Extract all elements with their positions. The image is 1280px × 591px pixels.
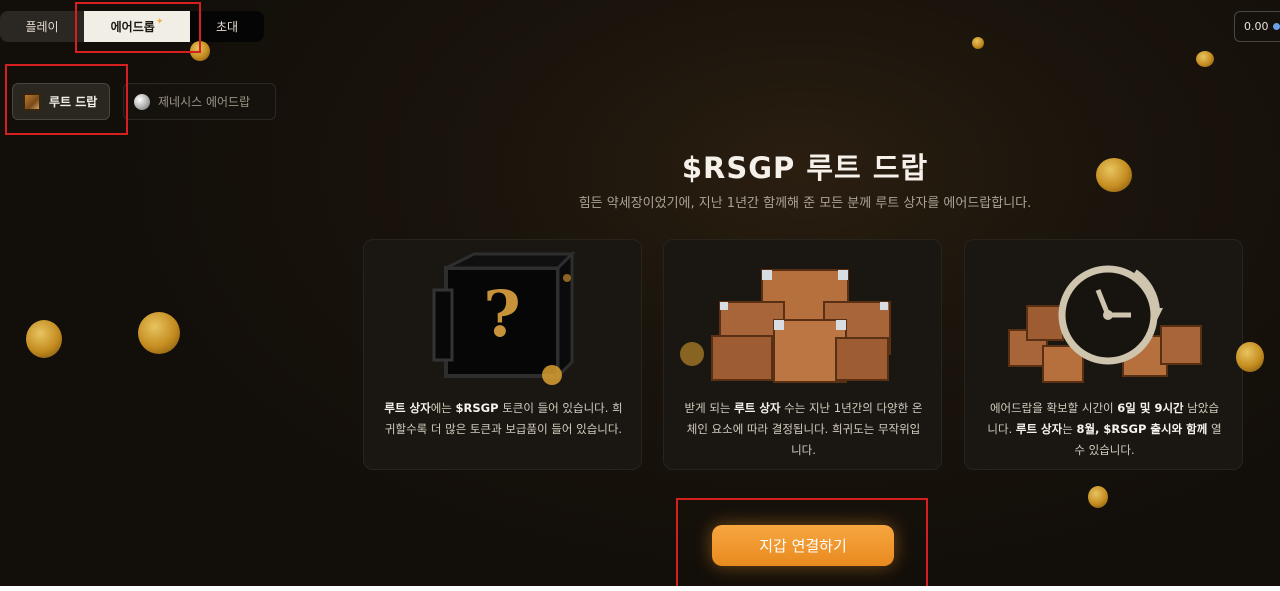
mystery-chest-icon: ? xyxy=(432,250,576,385)
card-3-part-1: 에어드랍을 확보할 시간이 xyxy=(989,401,1118,415)
subtab-genesis-airdrop-label: 제네시스 에어드랍 xyxy=(158,95,251,109)
coin-icon xyxy=(26,320,62,358)
card-1-part-1: 루트 상자 xyxy=(384,401,431,415)
info-card-deadline: 에어드랍을 확보할 시간이 6일 및 9시간 남았습니다. 루트 상자는 8월,… xyxy=(964,239,1243,470)
info-card-quantity: 받게 되는 루트 상자 수는 지난 1년간의 다양한 온체인 요소에 따라 결정… xyxy=(663,239,942,470)
coin-icon xyxy=(138,312,180,354)
page-subtitle: 힘든 약세장이었기에, 지난 1년간 함께해 준 모든 분께 루트 상자를 에어… xyxy=(578,196,1032,211)
card-2-text: 받게 되는 루트 상자 수는 지난 1년간의 다양한 온체인 요소에 따라 결정… xyxy=(684,398,923,461)
silver-orb-icon xyxy=(134,93,150,110)
card-3-part-5: 는 xyxy=(1062,422,1077,436)
card-3-part-2: 6일 및 9시간 xyxy=(1117,401,1184,415)
card-1-part-3: $RSGP xyxy=(455,401,499,415)
token-icon xyxy=(1272,23,1280,30)
coin-icon xyxy=(190,41,210,61)
card-3-text: 에어드랍을 확보할 시간이 6일 및 9시간 남았습니다. 루트 상자는 8월,… xyxy=(985,398,1224,461)
card-2-part-1: 받게 되는 xyxy=(684,401,735,415)
tab-play-label: 플레이 xyxy=(25,20,59,34)
bottom-edge xyxy=(0,586,1280,591)
coin-icon xyxy=(972,37,984,49)
card-1-part-2: 에는 xyxy=(430,401,456,415)
coin-icon xyxy=(1196,51,1214,67)
tab-airdrop-label: 에어드롭 xyxy=(110,20,155,34)
coin-icon xyxy=(1236,342,1264,372)
coin-icon xyxy=(1096,158,1132,192)
subtab-loot-drop-label: 루트 드랍 xyxy=(49,95,98,109)
tab-invite[interactable]: 초대 xyxy=(190,11,264,42)
info-card-rewards: ? 루트 상자에는 $RSGP 토큰이 들어 있습니다. 희귀할수록 더 많은 … xyxy=(363,239,642,470)
subtab-loot-drop[interactable]: 루트 드랍 xyxy=(12,83,110,120)
clock-crates-icon xyxy=(1008,265,1202,383)
subtab-genesis-airdrop[interactable]: 제네시스 에어드랍 xyxy=(123,83,276,120)
tab-play[interactable]: 플레이 xyxy=(0,11,84,42)
balance-pill[interactable]: 0.00 xyxy=(1234,11,1280,42)
crate-pile-icon xyxy=(680,269,891,383)
coin-icon xyxy=(1088,486,1108,508)
svg-text:?: ? xyxy=(483,277,521,352)
loot-chest-icon xyxy=(23,92,41,111)
sparkle-icon: ✦ xyxy=(155,16,164,27)
card-3-part-6: 8월, $RSGP 출시와 함께 xyxy=(1076,422,1208,436)
page-title: $RSGP 루트 드랍 xyxy=(681,151,929,185)
top-tab-bar: 플레이 에어드롭 ✦ 초대 xyxy=(0,11,264,42)
card-2-part-2: 루트 상자 xyxy=(734,401,781,415)
card-3-part-4: 루트 상자 xyxy=(1015,422,1063,436)
card-1-text: 루트 상자에는 $RSGP 토큰이 들어 있습니다. 희귀할수록 더 많은 토큰… xyxy=(384,398,623,440)
tab-invite-label: 초대 xyxy=(215,20,239,34)
connect-wallet-button[interactable]: 지갑 연결하기 xyxy=(712,525,894,566)
tab-airdrop[interactable]: 에어드롭 ✦ xyxy=(84,11,190,42)
balance-value: 0.00 xyxy=(1244,20,1269,33)
